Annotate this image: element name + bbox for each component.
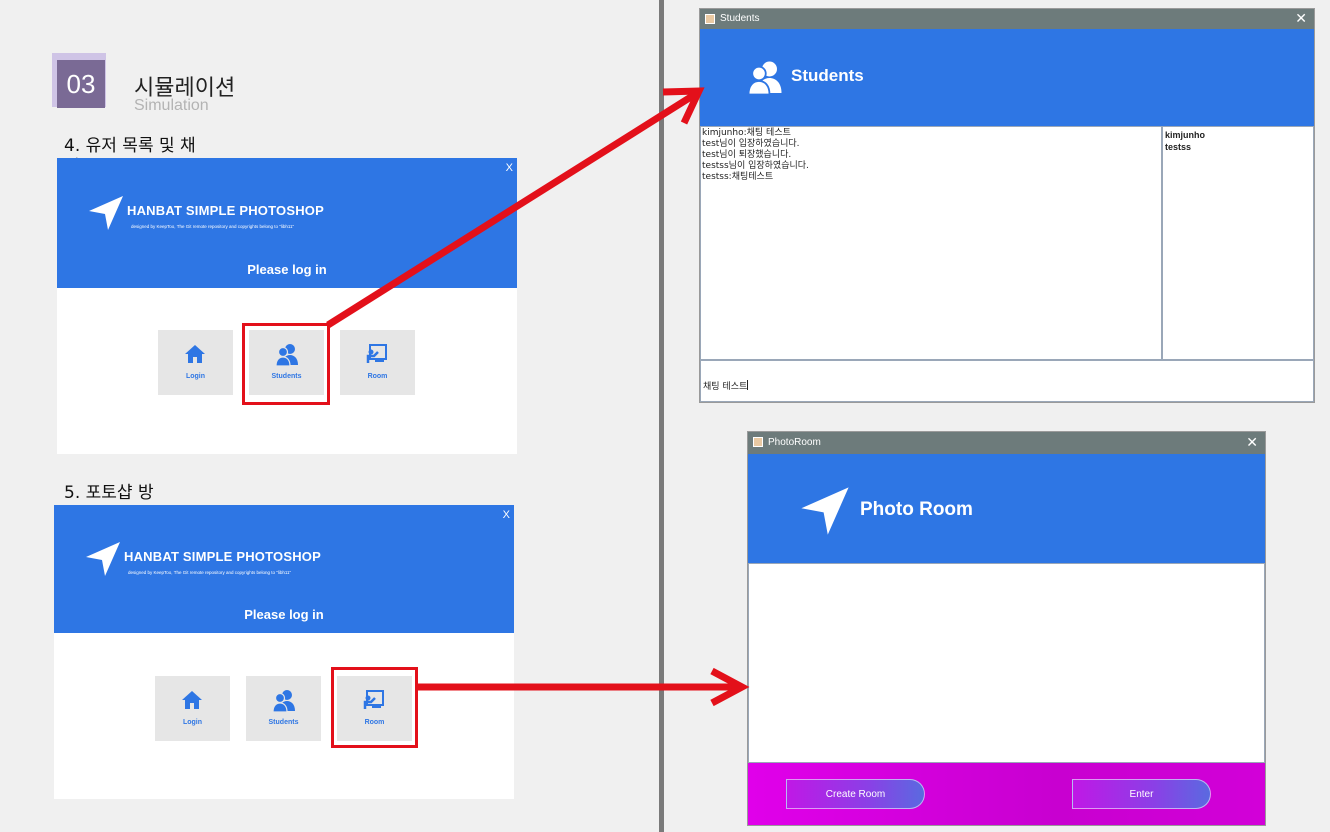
arrows-overlay [326,87,750,707]
arrow-to-photoroom-window [418,667,750,707]
arrow-to-students-window [326,87,705,328]
